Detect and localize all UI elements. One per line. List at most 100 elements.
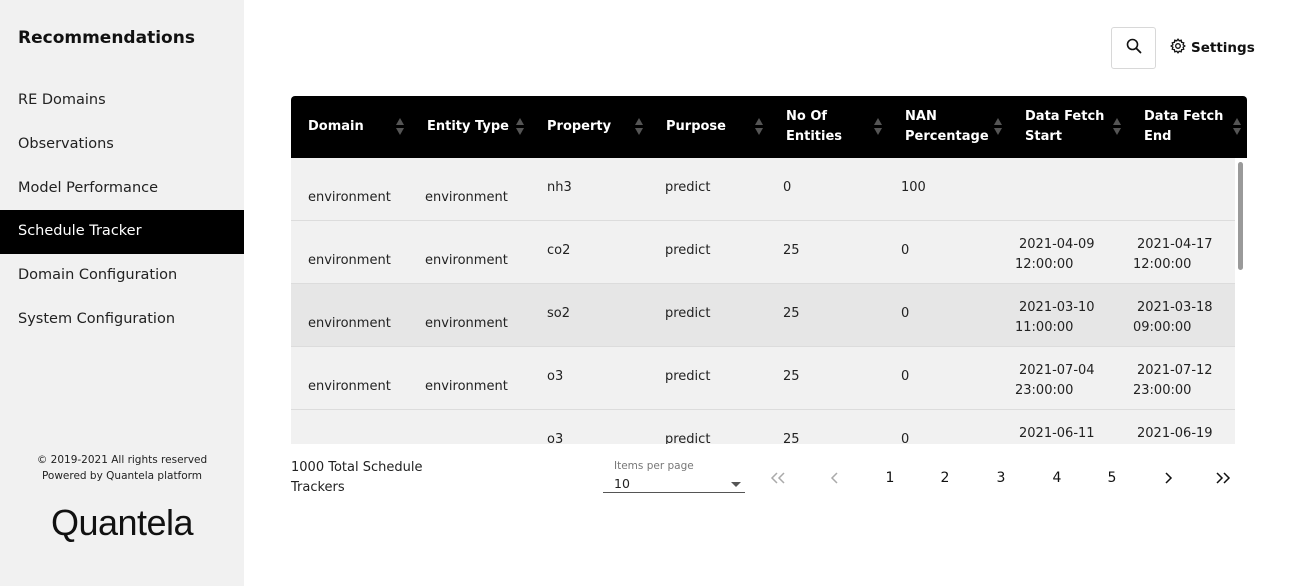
cell-nan: 0 [901, 243, 910, 258]
cell-domain: environment [308, 253, 391, 268]
previous-page-button[interactable] [817, 462, 853, 494]
items-per-page-value: 10 [614, 476, 630, 491]
cell-property: so2 [547, 306, 570, 321]
column-header-nan-percentage[interactable]: NAN Percentage [888, 96, 1008, 158]
cell-data-fetch-end: 2021-03-18 09:00:00 [1133, 298, 1213, 338]
cell-entities: 25 [783, 432, 800, 444]
page-button-4[interactable]: 4 [1039, 462, 1075, 494]
powered-by-text: Powered by Quantela platform [41, 470, 203, 482]
cell-data-fetch-start: 2021-04-09 12:00:00 [1015, 235, 1095, 275]
settings-button[interactable]: Settings [1170, 37, 1255, 59]
column-header-label: NAN Percentage [905, 107, 989, 147]
items-per-page-select[interactable]: 10 [603, 474, 745, 493]
cell-domain: environment [308, 316, 391, 331]
cell-time: 11:00:00 [1015, 320, 1074, 335]
cell-property: nh3 [547, 180, 572, 195]
table-row[interactable]: environment environment o3 predict 25 0 2021-0… [291, 347, 1235, 410]
column-header-data-fetch-end[interactable]: Data Fetch End [1127, 96, 1247, 158]
cell-date: 2021-06-11 [1019, 426, 1095, 441]
table-row[interactable]: environment environment co2 predict 25 0 2021-… [291, 221, 1235, 284]
cell-data-fetch-start: 2021-06-11 [1015, 424, 1095, 444]
cell-entities: 25 [783, 243, 800, 258]
column-header-label: Purpose [666, 117, 726, 137]
column-header-line: Domain [308, 119, 364, 134]
page-button-3[interactable]: 3 [983, 462, 1019, 494]
schedule-tracker-table: Domain Entity Type Property Purpose No Of Ent… [291, 96, 1247, 444]
column-header-domain[interactable]: Domain [291, 96, 410, 158]
double-chevron-right-icon [1215, 472, 1231, 484]
column-header-line: No Of [786, 109, 828, 124]
cell-data-fetch-start: 2021-07-04 23:00:00 [1015, 361, 1095, 401]
cell-entities: 0 [783, 180, 792, 195]
sort-icon[interactable] [396, 118, 404, 136]
cell-property: co2 [547, 243, 571, 258]
cell-purpose: predict [665, 243, 711, 258]
cell-property: o3 [547, 369, 564, 384]
page-button-2[interactable]: 2 [927, 462, 963, 494]
cell-date: 2021-03-10 [1019, 300, 1095, 315]
cell-data-fetch-end: 2021-07-12 23:00:00 [1133, 361, 1213, 401]
sidebar-item-domain-configuration[interactable]: Domain Configuration [0, 254, 244, 298]
page-button-5[interactable]: 5 [1094, 462, 1130, 494]
first-page-button[interactable] [760, 462, 796, 494]
cell-nan: 0 [901, 369, 910, 384]
table-scrollbar[interactable] [1238, 162, 1243, 270]
cell-entities: 25 [783, 369, 800, 384]
table-row[interactable]: environment environment so2 predict 25 0 2021-… [291, 284, 1235, 347]
quantela-logo: Quantela [50, 502, 194, 543]
column-header-no-of-entities[interactable]: No Of Entities [769, 96, 888, 158]
sidebar-item-system-configuration[interactable]: System Configuration [0, 298, 244, 342]
column-header-line: Data Fetch [1025, 109, 1105, 124]
next-page-button[interactable] [1150, 462, 1186, 494]
gear-icon [1170, 38, 1186, 58]
last-page-button[interactable] [1205, 462, 1241, 494]
table-row[interactable]: environment environment nh3 predict 0 100 [291, 158, 1235, 221]
column-header-purpose[interactable]: Purpose [649, 96, 769, 158]
cell-purpose: predict [665, 369, 711, 384]
sidebar-item-re-domains[interactable]: RE Domains [0, 79, 244, 123]
table-body: environment environment nh3 predict 0 100 envi… [291, 158, 1235, 444]
sidebar-item-schedule-tracker[interactable]: Schedule Tracker [0, 210, 244, 255]
page-button-1[interactable]: 1 [872, 462, 908, 494]
column-header-label: Entity Type [427, 117, 509, 137]
total-count: 1000 Total Schedule Trackers [291, 460, 423, 495]
column-header-label: Data Fetch End [1144, 107, 1223, 147]
cell-domain: environment [308, 190, 391, 205]
cell-entity-type: environment [425, 253, 508, 268]
sidebar-item-model-performance[interactable]: Model Performance [0, 167, 244, 211]
column-header-data-fetch-start[interactable]: Data Fetch Start [1008, 96, 1127, 158]
search-button[interactable] [1111, 27, 1156, 69]
table-row[interactable]: o3 predict 25 0 2021-06-11 2021-06-19 [291, 410, 1235, 444]
sort-icon[interactable] [755, 118, 763, 136]
cell-date: 2021-07-12 [1137, 363, 1213, 378]
column-header-property[interactable]: Property [530, 96, 649, 158]
cell-data-fetch-end: 2021-06-19 [1133, 424, 1213, 444]
copyright-text: © 2019-2021 All rights reserved [36, 454, 208, 466]
cell-entity-type: environment [425, 316, 508, 331]
cell-time: 12:00:00 [1015, 257, 1074, 272]
column-header-entity-type[interactable]: Entity Type [410, 96, 530, 158]
column-header-line: End [1144, 129, 1172, 144]
sort-icon[interactable] [516, 118, 524, 136]
cell-time: 12:00:00 [1133, 257, 1192, 272]
cell-entity-type: environment [425, 379, 508, 394]
sort-icon[interactable] [635, 118, 643, 136]
sort-icon[interactable] [1233, 118, 1241, 136]
cell-purpose: predict [665, 432, 711, 444]
cell-entity-type: environment [425, 190, 508, 205]
sidebar-item-observations[interactable]: Observations [0, 123, 244, 167]
sidebar-footer: © 2019-2021 All rights reserved Powered … [0, 452, 244, 484]
caret-down-icon [731, 482, 741, 487]
cell-date: 2021-06-19 [1137, 426, 1213, 441]
cell-nan: 100 [901, 180, 926, 195]
cell-domain: environment [308, 379, 391, 394]
sort-icon[interactable] [874, 118, 882, 136]
cell-property: o3 [547, 432, 564, 444]
app: Recommendations RE Domains Observations Mo… [0, 0, 1294, 586]
column-header-line: Data Fetch [1144, 109, 1224, 124]
double-chevron-left-icon [770, 472, 786, 484]
cell-purpose: predict [665, 180, 711, 195]
sort-icon[interactable] [1113, 118, 1121, 136]
sort-icon[interactable] [994, 118, 1002, 136]
column-header-line: Purpose [666, 119, 726, 134]
